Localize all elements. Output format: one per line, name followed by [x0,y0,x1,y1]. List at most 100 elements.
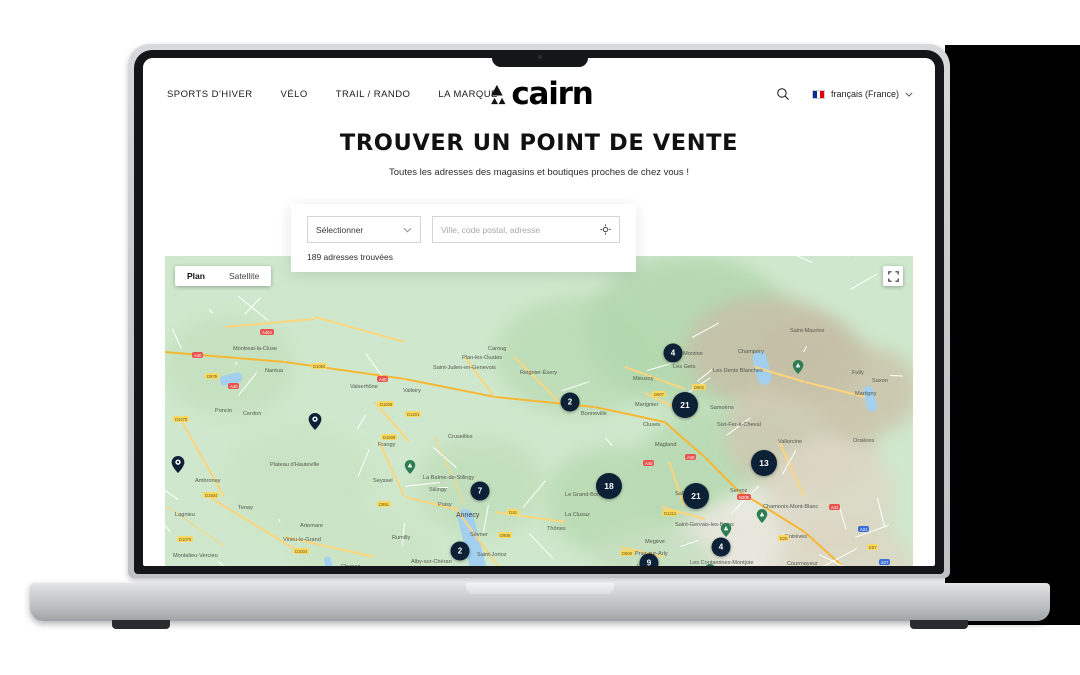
map-place-label: Alby-sur-Chéran [411,559,452,565]
map-place-label: Les Contamines-Montjoie [690,560,753,566]
map-place-label: Chamonix-Mont-Blanc [763,504,818,510]
map-fullscreen-button[interactable] [883,266,903,286]
map-road-shield: E57 [867,544,878,550]
map-place-label: Montalieu-Vercieu [173,553,218,559]
cairn-mountain-icon [485,83,508,106]
map-poi-marker[interactable] [721,523,732,537]
map-place-label: Morzine [683,351,703,357]
map-type-control[interactable]: Plan Satellite [175,266,271,286]
map-place-label: Poisy [438,502,452,508]
map-road-shield: D907 [652,391,666,397]
map-road-shield: S27 [879,559,890,565]
map-place-label: La Balme-de-Sillingy [423,475,474,481]
map-road-shield: A21 [858,526,869,532]
map-poi-marker[interactable] [757,509,768,523]
laptop-foot-left [112,620,170,629]
search-icon[interactable] [776,87,790,101]
map-place-label: Tenay [238,505,253,511]
map-road-shield: A404 [260,329,274,335]
map-place-label: Valleiry [403,388,421,394]
page-title: TROUVER UN POINT DE VENTE [143,130,935,156]
map-place-label: Virieu-le-Grand [283,537,321,543]
map-place-label: Martigny [855,391,876,397]
map-poi-marker[interactable] [793,360,804,374]
map-place-label: Ambronay [195,478,221,484]
map-place-label: Plateau d'Hauteville [270,462,319,468]
map-place-label: Courmayeur [787,561,818,566]
map-road-shield: A40 [228,383,239,389]
map-place-label: Cluses [643,422,660,428]
map-cluster-marker[interactable]: 18 [596,473,622,499]
language-selector[interactable]: français (France) [812,89,913,99]
screenshot-stage: SPORTS D'HIVER VÉLO TRAIL / RANDO LA MAR… [0,0,1080,675]
page-subtitle: Toutes les adresses des magasins et bout… [143,167,935,178]
category-select-value: Sélectionner [316,225,363,235]
map-type-plan[interactable]: Plan [175,266,217,286]
map-place-label: Cerdon [243,411,261,417]
header-right-group: français (France) [776,87,913,101]
map-canvas[interactable]: Saint-Maurice Morzine Champéry Les Gets Les … [165,256,913,566]
map-place-label: Saint-Jorioz [477,552,507,558]
category-select[interactable]: Sélectionner [307,216,421,243]
main-navigation: SPORTS D'HIVER VÉLO TRAIL / RANDO LA MAR… [167,89,498,100]
map-cluster-marker[interactable]: 9 [640,554,659,567]
map-place-label: Montreal-la-Cluse [233,346,277,352]
map-cluster-marker[interactable]: 7 [471,482,490,501]
map-road-shield: A40 [685,454,696,460]
map-poi-marker[interactable] [705,564,716,566]
map-road-shield: D1504 [203,492,219,498]
map-cluster-marker[interactable]: 4 [664,344,683,363]
map-cluster-marker[interactable]: 2 [451,542,470,561]
map-road-shield: D1508 [378,401,394,407]
map-road-shield: E25 [778,535,789,541]
map-road-shield: D1084 [311,363,327,369]
hero-section: TROUVER UN POINT DE VENTE Toutes les adr… [143,130,935,178]
map-road-shield: D909 [620,550,634,556]
nav-item-velo[interactable]: VÉLO [281,89,308,100]
map-store-pin[interactable] [309,413,322,430]
france-flag-icon [812,90,825,99]
map-place-label: Mieussy [633,376,654,382]
map-road-shield: A40 [643,460,654,466]
store-locator-map[interactable]: Saint-Maurice Morzine Champéry Les Gets Les … [165,256,913,566]
map-place-label: Seyssel [373,478,393,484]
map-place-label: Vallorcine [778,439,802,445]
laptop-screen: SPORTS D'HIVER VÉLO TRAIL / RANDO LA MAR… [143,58,935,566]
map-road-shield: A40 [377,376,388,382]
map-type-satellite[interactable]: Satellite [217,266,271,286]
map-cluster-marker[interactable]: 2 [561,393,580,412]
locator-inputs-row: Sélectionner Ville, code postal, adresse [307,216,620,243]
site-logo[interactable]: cairn [485,76,592,112]
map-cluster-marker[interactable]: 21 [672,392,698,418]
map-road-shield: D902 [692,384,706,390]
background-black-block [945,45,1080,625]
map-place-label: Saint-Julien-en-Genevois [433,365,496,371]
map-road-shield: N205 [737,494,751,500]
map-poi-marker[interactable] [405,460,416,474]
map-cluster-marker[interactable]: 4 [712,538,731,557]
map-place-label: Annecy [456,512,479,519]
map-store-pin[interactable] [172,456,185,473]
map-place-label: Magland [655,442,676,448]
map-place-label: Saint-Maurice [790,328,825,334]
address-search-field[interactable]: Ville, code postal, adresse [432,216,620,243]
map-road-shield: D1201 [405,411,421,417]
map-place-label: Rumilly [392,535,410,541]
chevron-down-icon [403,227,412,233]
map-terrain-layer [165,256,913,566]
map-place-label: Reignier-Ésery [520,370,557,376]
nav-item-trail-rando[interactable]: TRAIL / RANDO [336,89,411,100]
crosshair-locate-icon[interactable] [600,224,611,235]
map-road-shield: D1504 [293,548,309,554]
chevron-down-icon [905,92,913,97]
map-place-label: Saxon [872,378,888,384]
map-cluster-marker[interactable]: 13 [751,450,777,476]
fullscreen-expand-icon [888,271,899,282]
map-road-shield: D1212 [662,510,678,516]
language-label: français (France) [831,89,899,99]
map-place-label: La Clusaz [565,512,590,518]
nav-item-sports-dhiver[interactable]: SPORTS D'HIVER [167,89,253,100]
logo-wordmark: cairn [511,76,592,112]
map-place-label: Chanaz [341,564,360,566]
map-cluster-marker[interactable]: 21 [683,483,709,509]
